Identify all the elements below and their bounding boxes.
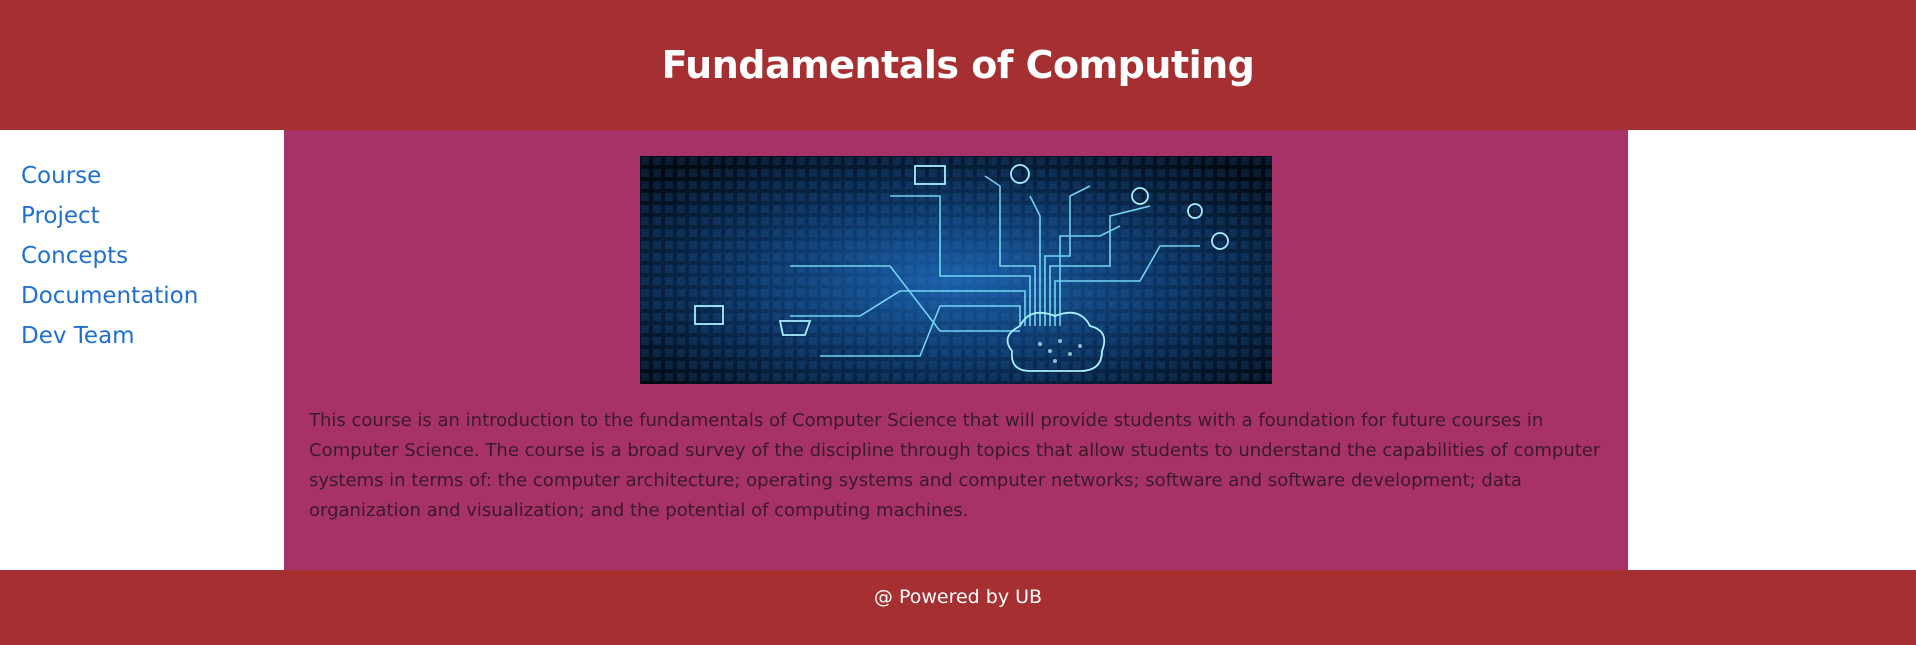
site-header: Fundamentals of Computing [0,0,1916,130]
circuit-cloud-image [640,156,1272,384]
course-description: This course is an introduction to the fu… [309,410,1601,521]
main-content: This course is an introduction to the fu… [284,130,1628,570]
sidebar-item-project: Project [21,196,284,236]
nav-link-project[interactable]: Project [21,203,100,229]
nav-link-dev-team[interactable]: Dev Team [21,323,135,349]
sidebar-item-concepts: Concepts [21,236,284,276]
sidebar-item-dev-team: Dev Team [21,316,284,356]
sidebar-item-documentation: Documentation [21,276,284,316]
footer-text: @ Powered by UB [873,586,1043,608]
site-footer: @ Powered by UB [0,570,1916,645]
sidebar-item-course: Course [21,156,284,196]
sidebar-nav: Course Project Concepts Documentation De… [0,130,284,356]
page-title: Fundamentals of Computing [661,43,1255,87]
nav-link-course[interactable]: Course [21,163,101,189]
right-margin [1628,130,1916,570]
nav-link-documentation[interactable]: Documentation [21,283,198,309]
nav-link-concepts[interactable]: Concepts [21,243,128,269]
sidebar: Course Project Concepts Documentation De… [0,130,284,570]
